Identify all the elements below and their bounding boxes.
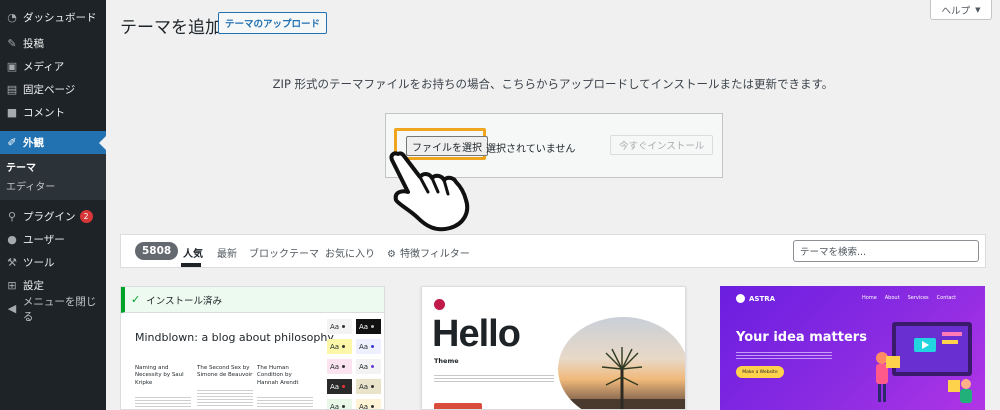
media-icon: ▣ [6,60,18,73]
installed-label: インストール済み [146,295,223,307]
submenu-item-editor[interactable]: エディター [0,176,106,195]
theme-logo-icon [434,299,445,310]
preview-landscape-image [558,317,685,409]
brush-icon: ✐ [7,136,17,149]
appearance-submenu: テーマ エディター [0,154,106,200]
preview-column: Naming and Necessity by Saul Kripke [135,365,191,409]
sidebar-item-users[interactable]: ● ユーザー [0,228,106,251]
theme-preview-title: Mindblown: a blog about philosophy. [135,331,336,344]
style-swatch: Aa [356,399,381,409]
dashboard-icon: ◔ [7,11,17,24]
gear-icon: ⚙ [387,249,396,260]
style-swatch: Aa [327,319,352,334]
update-count-badge: 2 [79,210,93,223]
sidebar-item-label: ユーザー [23,234,65,246]
sidebar-item-label: 設定 [23,280,44,292]
tab-block-themes[interactable]: ブロックテーマ [249,245,319,260]
style-swatch: Aa [356,339,381,354]
preview-column: The Human Condition by Hannah Arendt [257,365,313,409]
comment-icon: ■ [6,106,18,119]
sidebar-item-label: ダッシュボード [23,12,97,24]
preview-column-title: The Human Condition by Hannah Arendt [257,365,299,386]
theme-preview-heading: Hello [432,313,521,355]
style-swatch: Aa [327,399,352,409]
upload-instructions: ZIP 形式のテーマファイルをお持ちの場合、こちらからアップロードしてインストー… [272,77,834,91]
sidebar-item-label: 外観 [23,137,44,149]
collapse-icon: ◀ [7,302,17,315]
help-label: ヘルプ [941,5,971,17]
page-title: テーマを追加 [120,18,222,38]
sidebar-item-plugins[interactable]: ⚲ プラグイン 2 [0,205,106,228]
tab-popular[interactable]: 人気 [183,245,203,260]
sidebar-item-label: メディア [23,61,65,73]
sidebar-item-posts[interactable]: ✎ 投稿 [0,32,106,55]
sidebar-item-media[interactable]: ▣ メディア [0,55,106,78]
theme-card-hello[interactable]: Hello Theme [421,286,686,410]
sidebar-item-label: コメント [23,107,65,119]
check-icon: ✓ [131,293,141,306]
caret-down-icon: ▼ [975,5,981,14]
theme-card-astra[interactable]: ASTRA Home About Services Contact Your i… [720,286,985,410]
active-tab-indicator [181,263,201,267]
file-status-text: 選択されていません [486,144,576,155]
preview-column-title: Naming and Necessity by Saul Kripke [135,365,184,386]
main-content: テーマを追加 テーマのアップロード ヘルプ ▼ ZIP 形式のテーマファイルをお… [106,0,1000,410]
preview-cta-button [434,403,482,409]
style-swatch: Aa [327,379,352,394]
sidebar-item-appearance[interactable]: ✐ 外観 [0,131,106,154]
style-swatch: Aa [356,379,381,394]
theme-count-badge: 5808 [135,242,179,260]
style-swatch: Aa [327,359,352,374]
preview-column: The Second Sex by Simone de Beauvoir [197,365,253,408]
theme-card-installed[interactable]: ✓ インストール済み Mindblown: a blog about philo… [120,286,385,410]
collapse-menu-button[interactable]: ◀ メニューを閉じる [0,296,106,323]
sidebar-item-label: 投稿 [23,38,44,50]
feature-filter-label: 特徴フィルター [399,249,470,260]
sidebar-item-label: メニューを閉じる [22,295,97,323]
install-now-button[interactable]: 今すぐインストール [610,135,714,155]
theme-filter-bar: 5808 人気 最新 ブロックテーマ お気に入り ⚙ 特徴フィルター テーマを検索… [120,234,986,268]
preview-text-lines [434,373,554,383]
sidebar-item-label: プラグイン [23,211,76,223]
sidebar-item-comments[interactable]: ■ コメント [0,101,106,124]
wrench-icon: ⚒ [7,256,17,269]
tab-favorites[interactable]: お気に入り [325,245,375,260]
style-swatch: Aa [356,319,381,334]
submenu-item-themes[interactable]: テーマ [0,157,106,176]
style-swatch: Aa [327,339,352,354]
astra-preview-headline: Your idea matters [736,330,867,345]
yucca-plant-image [558,347,685,409]
astra-logo: ASTRA [736,294,775,303]
theme-preview-subheading: Theme [434,357,459,365]
preview-text-lines [736,350,832,360]
astra-illustration [876,322,972,403]
upload-theme-button[interactable]: テーマのアップロード [218,12,328,34]
preview-column-title: The Second Sex by Simone de Beauvoir [197,365,253,379]
admin-sidebar: ◔ ダッシュボード ✎ 投稿 ▣ メディア ▤ 固定ページ ■ コメント ✐ 外… [0,0,106,410]
user-icon: ● [7,233,17,246]
sidebar-item-dashboard[interactable]: ◔ ダッシュボード [0,6,106,29]
astra-preview-nav: Home About Services Contact [862,295,957,301]
plugin-icon: ⚲ [7,210,17,223]
sidebar-item-label: 固定ページ [23,84,76,96]
sidebar-item-pages[interactable]: ▤ 固定ページ [0,78,106,101]
theme-search-input[interactable]: テーマを検索... [793,240,979,262]
pin-icon: ✎ [7,37,17,50]
pointer-hand-icon [389,151,470,232]
astra-preview-cta: Make a Website [736,366,784,378]
page-icon: ▤ [6,83,18,96]
sidebar-item-tools[interactable]: ⚒ ツール [0,251,106,274]
help-button[interactable]: ヘルプ ▼ [930,0,992,20]
installed-notice: ✓ インストール済み [121,287,384,313]
sidebar-item-label: ツール [23,257,55,269]
style-swatch: Aa [356,359,381,374]
settings-icon: ⊞ [7,279,17,292]
feature-filter-button[interactable]: ⚙ 特徴フィルター [387,245,470,260]
tab-latest[interactable]: 最新 [217,245,237,260]
